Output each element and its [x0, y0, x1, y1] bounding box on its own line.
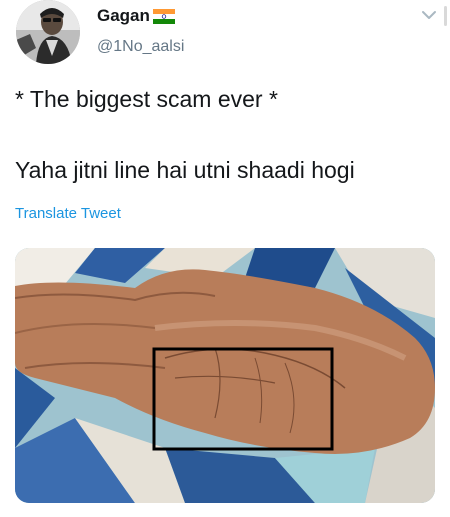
display-name-text[interactable]: Gagan — [97, 6, 150, 26]
display-name[interactable]: Gagan — [97, 6, 175, 26]
scrollbar[interactable] — [444, 6, 447, 26]
tweet-media-image[interactable] — [15, 248, 435, 503]
tweet-text-line-2: Yaha jitni line hai utni shaadi hogi — [15, 157, 355, 183]
avatar[interactable] — [16, 0, 80, 64]
tweet-text-line-1: * The biggest scam ever * — [15, 86, 278, 112]
user-handle[interactable]: @1No_aalsi — [97, 38, 184, 56]
palm-photo-icon — [15, 248, 435, 503]
india-flag-icon — [152, 8, 175, 24]
chevron-down-icon[interactable] — [420, 8, 438, 22]
avatar-photo-icon — [16, 0, 80, 64]
translate-tweet-link[interactable]: Translate Tweet — [15, 205, 121, 222]
